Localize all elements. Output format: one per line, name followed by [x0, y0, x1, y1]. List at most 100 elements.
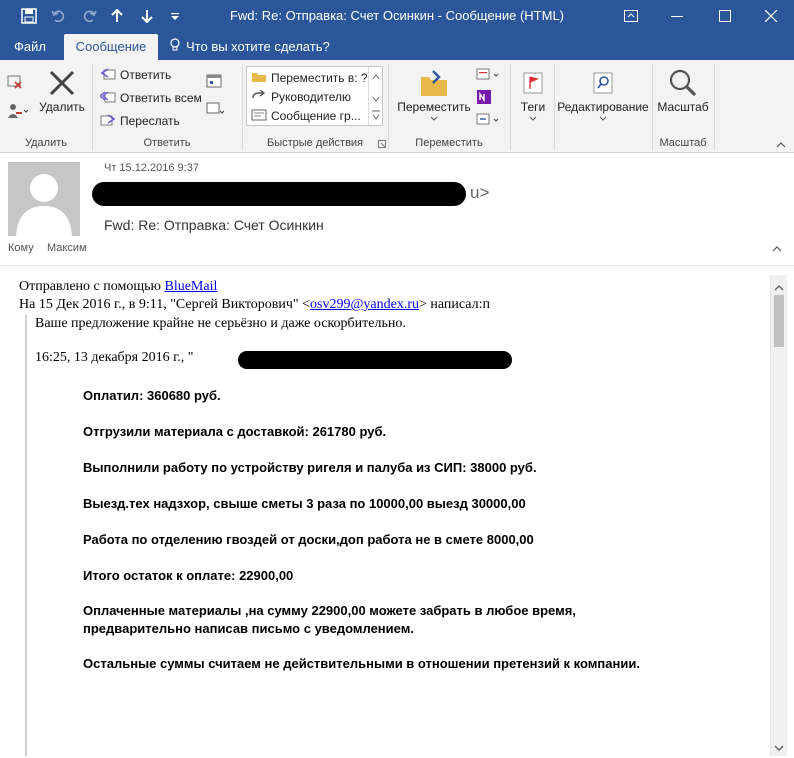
collapse-ribbon-icon[interactable]	[776, 140, 786, 150]
ignore-button[interactable]	[6, 72, 24, 92]
more-respond-icon	[206, 101, 225, 120]
ribbon: Удалить Удалить Ответить Ответить всем П…	[0, 60, 794, 153]
reply-header-text: На 15 Дек 2016 г., в 9:11, "Сергей Викто…	[19, 297, 311, 312]
onenote-icon	[476, 89, 492, 108]
zoom-button[interactable]: Масштаб	[654, 66, 712, 114]
notice-line: предварительно написав письмо с уведомле…	[83, 621, 414, 636]
ignore-icon	[6, 72, 24, 93]
editing-label: Редактирование	[557, 100, 649, 114]
tags-button[interactable]: Теги	[514, 66, 552, 126]
delete-group-label: Удалить	[25, 137, 67, 149]
forward-button[interactable]: Переслать	[100, 111, 180, 131]
lightbulb-icon	[170, 35, 180, 61]
move-dropdown-icon	[394, 116, 474, 126]
group-divider	[554, 64, 555, 150]
closing-line: Остальные суммы считаем не действительны…	[83, 656, 640, 671]
redaction-mark	[92, 182, 466, 206]
reply-all-button[interactable]: Ответить всем	[98, 88, 202, 108]
forward-arrow-icon	[251, 88, 267, 105]
quick-step-label: Сообщение гр...	[271, 109, 361, 123]
move-folder-icon	[394, 66, 474, 100]
envelope-icon	[251, 109, 267, 124]
more-respond-button[interactable]	[206, 100, 225, 120]
to-recipient[interactable]: Максим	[47, 242, 87, 254]
move-button[interactable]: Переместить	[394, 66, 474, 126]
quote-bar	[25, 315, 27, 756]
folder-icon	[251, 71, 267, 86]
editing-button[interactable]: Редактирование	[556, 66, 650, 126]
scroll-down-icon[interactable]	[774, 740, 784, 751]
quick-step-label: Руководителю	[271, 90, 352, 104]
delete-icon	[38, 66, 86, 100]
actions-icon	[476, 111, 500, 130]
sent-with-line: Отправлено с помощью BlueMail	[19, 279, 217, 295]
forward-label: Переслать	[120, 114, 180, 128]
rules-icon	[476, 66, 500, 85]
tell-me-search[interactable]: Что вы хотите сделать?	[170, 34, 330, 60]
group-divider	[510, 64, 511, 150]
close-icon[interactable]	[756, 4, 786, 28]
supervision-line: Выезд.тех надзхор, свыше сметы 3 раза по…	[83, 496, 526, 511]
tags-dropdown-icon	[514, 116, 552, 126]
quick-steps-group-label: Быстрые действия	[266, 137, 364, 149]
tab-message[interactable]: Сообщение	[64, 34, 158, 60]
quick-steps-scroller[interactable]	[368, 67, 382, 125]
title-bar: Fwd: Re: Отправка: Счет Осинкин - Сообще…	[0, 0, 794, 34]
reply-header-line: На 15 Дек 2016 г., в 9:11, "Сергей Викто…	[19, 297, 490, 313]
tab-file[interactable]: Файл	[14, 34, 46, 60]
delete-button[interactable]: Удалить	[38, 66, 86, 114]
quick-step-move-to[interactable]: Переместить в: ?	[251, 69, 367, 87]
forward-icon	[100, 113, 116, 130]
reply-header-end: > написал:п	[418, 297, 490, 312]
collapse-header-icon[interactable]	[771, 242, 783, 254]
meeting-button[interactable]	[206, 72, 222, 92]
vertical-scrollbar[interactable]	[770, 275, 787, 756]
quick-step-team-email[interactable]: Сообщение гр...	[251, 107, 367, 125]
reply-icon	[100, 67, 116, 84]
quick-steps-gallery: Переместить в: ? Руководителю Сообщение …	[246, 66, 383, 126]
quick-step-label: Переместить в: ?	[271, 71, 367, 85]
message-body: Отправлено с помощью BlueMail На 15 Дек …	[0, 267, 770, 756]
shipment-line: Отгрузили материала с доставкой: 261780 …	[83, 424, 387, 439]
quoted-header-text: 16:25, 13 декабря 2016 г., "	[35, 350, 194, 365]
ribbon-tab-row: Файл Сообщение Что вы хотите сделать?	[0, 34, 794, 60]
minimize-icon[interactable]	[662, 4, 692, 28]
redaction-mark	[238, 351, 512, 369]
quoted-header-line: 16:25, 13 декабря 2016 г., "	[35, 350, 193, 366]
rules-button[interactable]	[476, 65, 500, 85]
work-line: Выполнили работу по устройству ригеля и …	[83, 460, 537, 475]
sender-email-link[interactable]: osv299@yandex.ru	[310, 297, 419, 312]
reply-button[interactable]: Ответить	[100, 65, 171, 85]
maximize-icon[interactable]	[710, 4, 740, 28]
ribbon-display-options-icon[interactable]	[616, 4, 646, 28]
scroll-thumb[interactable]	[774, 295, 784, 347]
tell-me-label: Что вы хотите сделать?	[186, 39, 330, 54]
actions-button[interactable]	[476, 110, 500, 130]
reply-label: Ответить	[120, 68, 172, 82]
message-header: Чт 15.12.2016 9:37 u> Fwd: Re: Отправка:…	[0, 154, 794, 266]
payment-line: Оплатил: 360680 руб.	[83, 388, 221, 403]
flag-icon	[514, 66, 552, 100]
zoom-label: Масштаб	[657, 100, 709, 114]
message-subject: Fwd: Re: Отправка: Счет Осинкин	[104, 217, 324, 233]
respond-group-label: Ответить	[143, 137, 191, 149]
tags-label: Теги	[520, 100, 546, 114]
onenote-button[interactable]	[476, 88, 492, 108]
quick-steps-launcher-icon[interactable]	[378, 138, 386, 150]
reply-all-icon	[98, 90, 116, 107]
quick-step-to-manager[interactable]: Руководителю	[251, 88, 367, 106]
sender-address-tail: u>	[470, 183, 490, 202]
junk-icon	[6, 102, 29, 123]
delete-label: Удалить	[39, 100, 85, 114]
junk-button[interactable]	[6, 102, 29, 123]
total-line: Итого остаток к оплате: 22900,00	[83, 568, 294, 583]
reply-all-label: Ответить всем	[120, 91, 202, 105]
quote-line: Ваше предложение крайне не серьёзно и да…	[35, 316, 406, 331]
zoom-group-label: Масштаб	[659, 137, 707, 149]
scroll-up-icon[interactable]	[774, 280, 784, 291]
bluemail-link[interactable]: BlueMail	[164, 279, 217, 294]
meeting-icon	[206, 73, 222, 92]
sent-date: Чт 15.12.2016 9:37	[104, 162, 199, 174]
sent-with-text: Отправлено с помощью	[19, 279, 165, 294]
group-divider	[714, 64, 715, 150]
